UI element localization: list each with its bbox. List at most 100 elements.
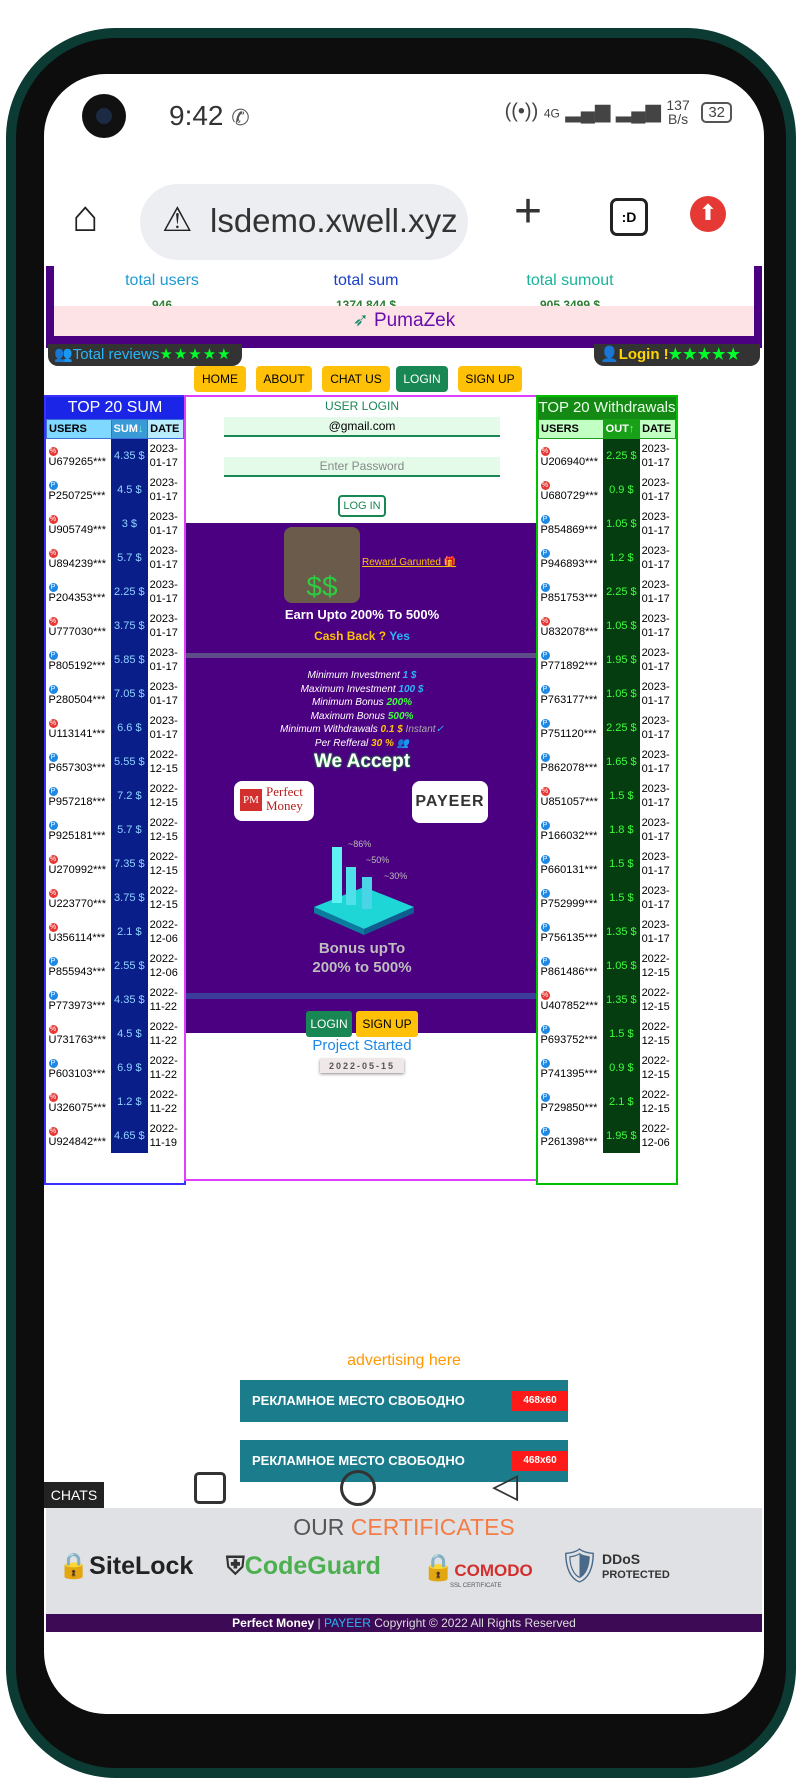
date-cell: 2022- 12-15 xyxy=(149,885,178,911)
date-cell: 2022- 12-06 xyxy=(149,953,178,979)
date-cell: 2022- 12-06 xyxy=(149,919,178,945)
user-cell: % U407852*** xyxy=(540,991,598,1012)
date-cell: 2022- 12-15 xyxy=(641,1055,670,1081)
table-row: P P773973*** 4.35 $2022- 11-22 xyxy=(47,983,184,1017)
mascot-image: $$ xyxy=(284,527,360,603)
user-cell: % U223770*** xyxy=(48,889,106,910)
promo-login-button[interactable]: LOGIN xyxy=(306,1011,352,1037)
nav-signup[interactable]: SIGN UP xyxy=(458,366,522,392)
battery-icon: 32 xyxy=(701,102,732,124)
payeer-icon: P xyxy=(540,685,550,694)
login-rating[interactable]: 👤Login !★★★★★ xyxy=(594,344,760,366)
home-icon[interactable]: ⌂ xyxy=(72,192,99,242)
bonus-line-2: 200% to 500% xyxy=(312,959,412,976)
table-row: % U905749*** 3 $2023- 01-17 xyxy=(47,507,184,541)
payeer-logo: PAYEER xyxy=(412,781,488,823)
nav-home[interactable]: HOME xyxy=(194,366,246,392)
tabs-icon[interactable]: :D xyxy=(610,198,648,236)
table-row: % U731763*** 4.5 $2022- 11-22 xyxy=(47,1017,184,1051)
amount-cell: 2.25 $ xyxy=(603,575,640,609)
sort-up-icon: ↑ xyxy=(628,423,635,435)
project-started: Project Started xyxy=(312,1037,412,1054)
perfect-money-icon: % xyxy=(48,447,58,456)
password-field[interactable]: Enter Password xyxy=(224,457,500,477)
email-field[interactable]: @gmail.com xyxy=(224,417,500,437)
update-icon[interactable]: ⬆ xyxy=(690,196,726,232)
user-cell: P P752999*** xyxy=(540,889,598,910)
table-row: P P861486*** 1.05 $2022- 12-15 xyxy=(539,949,676,983)
date-cell: 2023- 01-17 xyxy=(641,681,670,707)
user-cell: P P603103*** xyxy=(48,1059,106,1080)
amount-cell: 4.35 $ xyxy=(111,438,148,473)
amount-cell: 1.2 $ xyxy=(111,1085,148,1119)
status-icons: ((•)) 4G ▂▄▆ ▂▄▆ 137 B/s 32 xyxy=(505,98,732,126)
payeer-icon: P xyxy=(48,991,58,1000)
amount-cell: 1.05 $ xyxy=(603,949,640,983)
table-row: % U851057*** 1.5 $2023- 01-17 xyxy=(539,779,676,813)
nav-login[interactable]: LOGIN xyxy=(396,366,448,392)
pm-icon: PM xyxy=(240,789,262,811)
user-cell: P P855943*** xyxy=(48,957,106,978)
address-bar[interactable]: ⚠ lsdemo.xwell.xyz xyxy=(140,184,468,260)
date-cell: 2023- 01-17 xyxy=(149,715,178,741)
user-cell: P P773973*** xyxy=(48,991,106,1012)
amount-cell: 1.35 $ xyxy=(603,983,640,1017)
nav-about[interactable]: ABOUT xyxy=(256,366,312,392)
nav-chat-us[interactable]: CHAT US xyxy=(322,366,390,392)
url-text[interactable]: lsdemo.xwell.xyz xyxy=(210,202,458,240)
total-sum-label: total sum xyxy=(333,272,399,289)
comodo-lock-icon: 🔒 xyxy=(422,1552,455,1582)
login-button[interactable]: LOG IN xyxy=(338,495,386,517)
reward-link[interactable]: Reward Garunted 🎁 xyxy=(362,557,456,568)
user-cell: P P957218*** xyxy=(48,787,106,808)
sitelock-logo: 🔒SiteLock xyxy=(58,1552,194,1580)
recents-button[interactable] xyxy=(194,1472,226,1504)
reviews-stars: ★★★★★ xyxy=(159,346,232,363)
perfect-money-icon: % xyxy=(540,787,550,796)
payeer-icon: P xyxy=(540,515,550,524)
back-button[interactable]: ◁ xyxy=(492,1466,518,1506)
table-row: % U356114*** 2.1 $2022- 12-06 xyxy=(47,915,184,949)
table-row: P P855943*** 2.55 $2022- 12-06 xyxy=(47,949,184,983)
user-cell: P P925181*** xyxy=(48,821,106,842)
new-tab-icon[interactable]: + xyxy=(514,184,542,239)
ads-label: advertising here xyxy=(347,1352,461,1369)
status-time: 9:42 ✆ xyxy=(169,100,250,131)
brand-banner[interactable]: ➶ PumaZek xyxy=(54,306,754,336)
warning-icon[interactable]: ⚠ xyxy=(162,200,192,240)
promo-signup-button[interactable]: SIGN UP xyxy=(356,1011,418,1037)
ad-size-1: 468x60 xyxy=(512,1391,568,1411)
payeer-icon: P xyxy=(540,889,550,898)
col-out[interactable]: OUT↑ xyxy=(602,419,641,439)
perfect-money-icon: % xyxy=(540,481,550,490)
bonus-rocket-icon: ➶ xyxy=(352,310,369,331)
table-row: P P166032*** 1.8 $2023- 01-17 xyxy=(539,813,676,847)
date-cell: 2023- 01-17 xyxy=(149,681,178,707)
amount-cell: 3.75 $ xyxy=(111,881,148,915)
front-camera xyxy=(82,94,126,138)
table-row: P P280504*** 7.05 $2023- 01-17 xyxy=(47,677,184,711)
amount-cell: 2.25 $ xyxy=(603,438,640,473)
user-cell: P P854869*** xyxy=(540,515,598,536)
amount-cell: 1.95 $ xyxy=(603,643,640,677)
table-row: P P752999*** 1.5 $2023- 01-17 xyxy=(539,881,676,915)
perfect-money-icon: % xyxy=(540,617,550,626)
info-row: Minimum Bonus 200% xyxy=(311,697,413,708)
amount-cell: 5.85 $ xyxy=(111,643,148,677)
amount-cell: 2.1 $ xyxy=(603,1085,640,1119)
payeer-icon: P xyxy=(48,685,58,694)
col-sum[interactable]: SUM↓ xyxy=(110,419,149,439)
payeer-icon: P xyxy=(48,481,58,490)
table-row: P P204353*** 2.25 $2023- 01-17 xyxy=(47,575,184,609)
home-button[interactable] xyxy=(340,1470,376,1506)
payeer-icon: P xyxy=(540,923,550,932)
ad-banner-1[interactable]: РЕКЛАМНОЕ МЕСТО СВОБОДНО 468x60 xyxy=(240,1380,568,1422)
total-reviews[interactable]: 👥Total reviews★★★★★ xyxy=(48,344,242,366)
login-stars: ★★★★★ xyxy=(668,346,741,363)
date-cell: 2023- 01-17 xyxy=(641,885,670,911)
android-nav-bar: ◁ xyxy=(44,1454,764,1534)
table-row: % U270992*** 7.35 $2022- 12-15 xyxy=(47,847,184,881)
shield-icon: ⛨ xyxy=(226,1552,245,1580)
payeer-icon: P xyxy=(540,651,550,660)
user-cell: P P805192*** xyxy=(48,651,106,672)
